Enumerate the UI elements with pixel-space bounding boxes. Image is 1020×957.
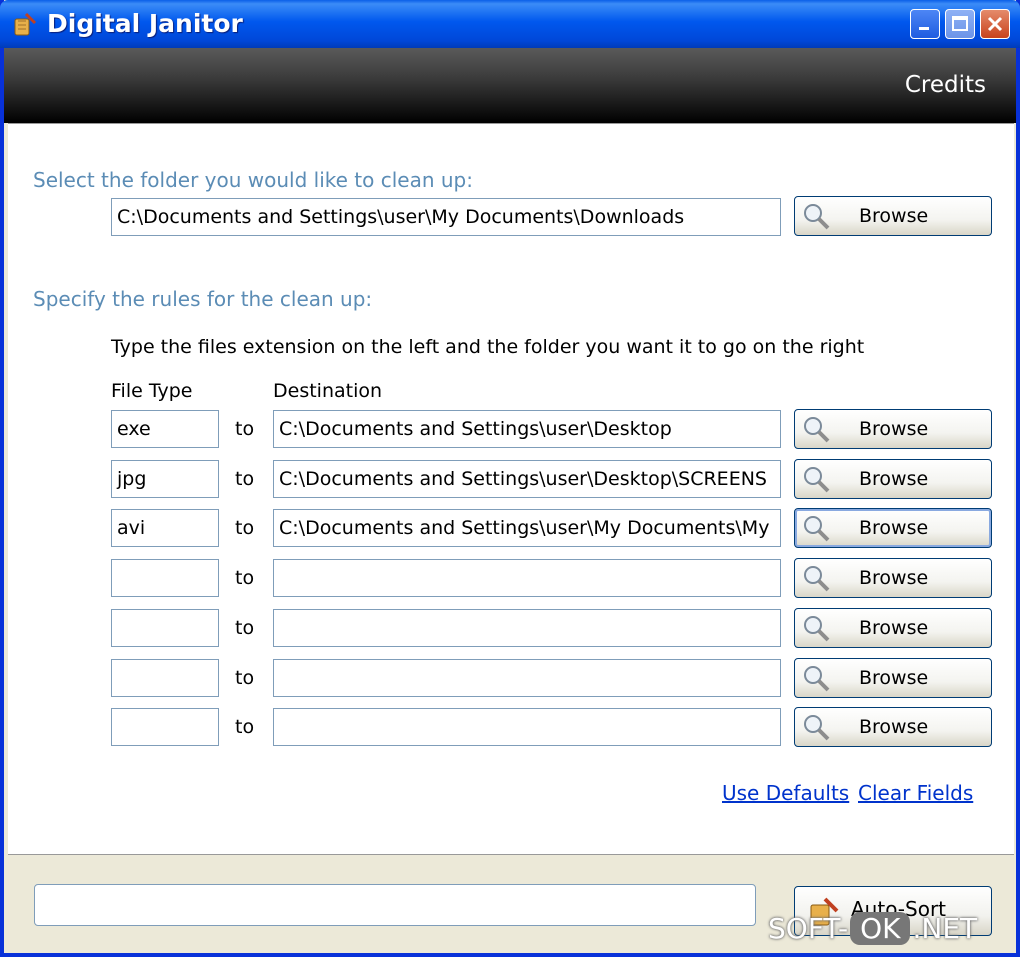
file-type-input[interactable]: exe (111, 410, 219, 448)
minimize-icon (919, 27, 929, 30)
maximize-button[interactable] (945, 9, 975, 39)
status-field[interactable] (34, 884, 756, 926)
to-label: to (235, 567, 255, 589)
magnifier-icon (804, 204, 830, 230)
file-type-input[interactable]: avi (111, 509, 219, 547)
to-label: to (235, 617, 255, 639)
magnifier-icon (804, 516, 830, 542)
rule-browse-button[interactable]: Browse (794, 707, 992, 747)
rules-section-label: Specify the rules for the clean up: (33, 287, 373, 311)
watermark-ok: OK (850, 912, 911, 945)
close-icon (987, 16, 1003, 32)
destination-input[interactable]: C:\Documents and Settings\user\Desktop (273, 410, 781, 448)
magnifier-icon (804, 715, 830, 741)
rule-browse-button[interactable]: Browse (794, 558, 992, 598)
rule-browse-button[interactable]: Browse (794, 409, 992, 449)
to-label: to (235, 667, 255, 689)
destination-input[interactable] (273, 708, 781, 746)
app-window: Digital Janitor Credits Select the folde… (0, 0, 1020, 957)
to-label: to (235, 468, 255, 490)
watermark-right: .NET (912, 912, 978, 945)
destination-column-header: Destination (273, 380, 383, 402)
rule-browse-button[interactable]: Browse (794, 508, 992, 548)
browse-label: Browse (859, 667, 929, 689)
magnifier-icon (804, 666, 830, 692)
rule-browse-button[interactable]: Browse (794, 658, 992, 698)
browse-label: Browse (859, 517, 929, 539)
browse-label: Browse (859, 205, 929, 227)
file-type-input[interactable] (111, 708, 219, 746)
to-label: to (235, 418, 255, 440)
magnifier-icon (804, 616, 830, 642)
browse-label: Browse (859, 468, 929, 490)
browse-label: Browse (859, 716, 929, 738)
destination-input[interactable] (273, 659, 781, 697)
watermark: SOFT- OK .NET (768, 912, 977, 952)
clear-fields-link[interactable]: Clear Fields (858, 781, 973, 805)
use-defaults-link[interactable]: Use Defaults (722, 781, 849, 805)
header-band: Credits (4, 48, 1016, 123)
rules-hint: Type the files extension on the left and… (111, 336, 865, 358)
browse-label: Browse (859, 617, 929, 639)
browse-label: Browse (859, 567, 929, 589)
minimize-button[interactable] (910, 9, 940, 39)
destination-input[interactable] (273, 559, 781, 597)
window-title: Digital Janitor (47, 9, 243, 38)
file-type-input[interactable] (111, 659, 219, 697)
rule-browse-button[interactable]: Browse (794, 608, 992, 648)
rule-browse-button[interactable]: Browse (794, 459, 992, 499)
title-bar[interactable]: Digital Janitor (0, 0, 1020, 48)
destination-input[interactable] (273, 609, 781, 647)
file-type-column-header: File Type (111, 380, 193, 402)
destination-input[interactable]: C:\Documents and Settings\user\My Docume… (273, 509, 781, 547)
app-broom-icon (14, 12, 37, 36)
magnifier-icon (804, 467, 830, 493)
browse-label: Browse (859, 418, 929, 440)
to-label: to (235, 716, 255, 738)
file-type-input[interactable] (111, 609, 219, 647)
close-button[interactable] (980, 9, 1010, 39)
folder-browse-button[interactable]: Browse (794, 196, 992, 236)
folder-section-label: Select the folder you would like to clea… (33, 168, 473, 192)
magnifier-icon (804, 417, 830, 443)
watermark-left: SOFT- (768, 912, 849, 945)
file-type-input[interactable] (111, 559, 219, 597)
destination-input[interactable]: C:\Documents and Settings\user\Desktop\S… (273, 460, 781, 498)
credits-link[interactable]: Credits (905, 72, 986, 98)
file-type-input[interactable]: jpg (111, 460, 219, 498)
magnifier-icon (804, 566, 830, 592)
maximize-icon (952, 16, 968, 31)
to-label: to (235, 517, 255, 539)
main-panel: Select the folder you would like to clea… (8, 123, 1014, 855)
folder-path-input[interactable]: C:\Documents and Settings\user\My Docume… (111, 198, 781, 236)
